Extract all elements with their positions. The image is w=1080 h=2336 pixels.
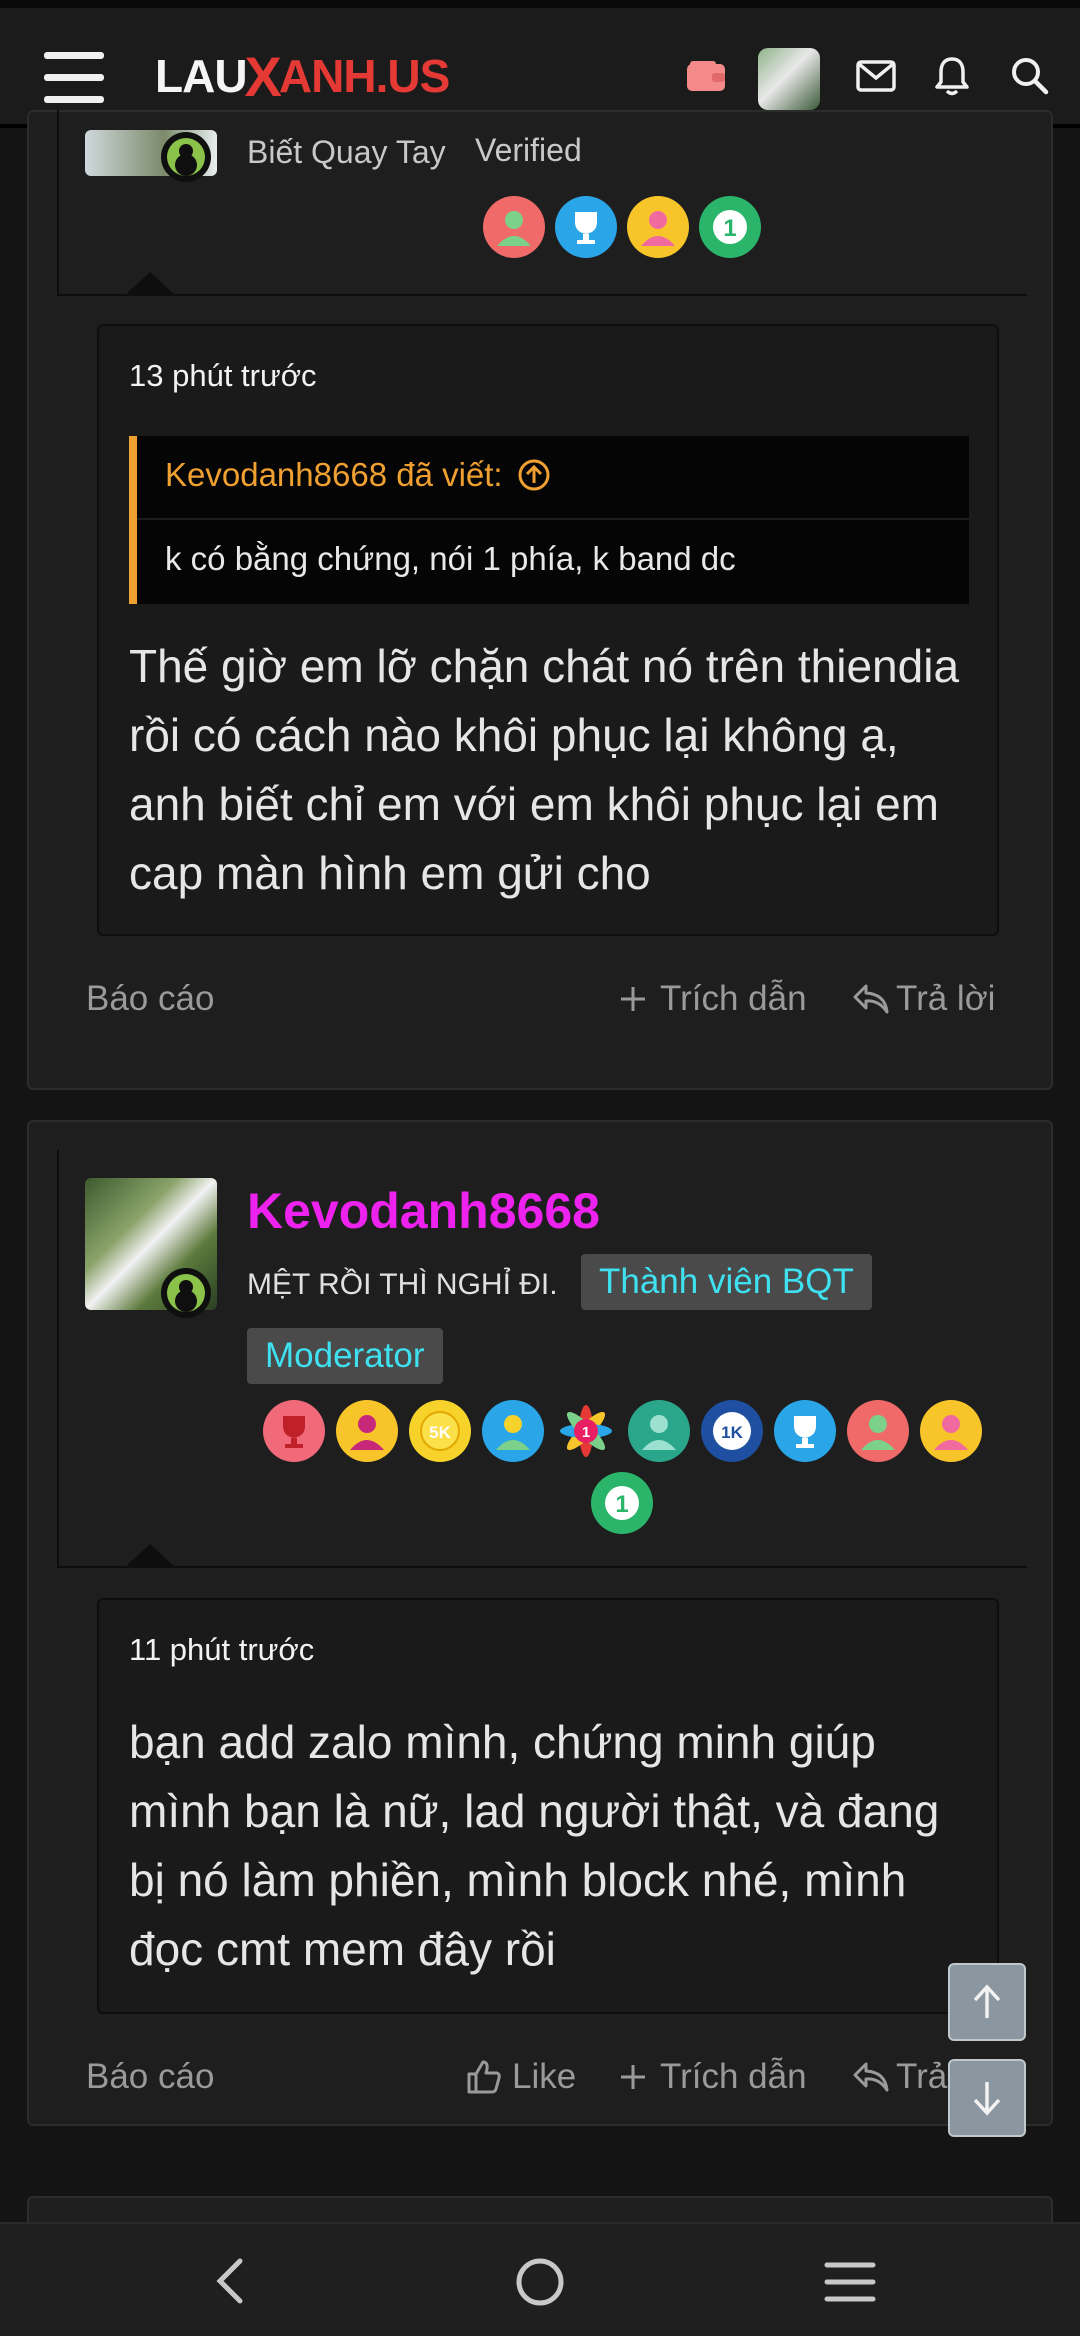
post-1-user-title: Biết Quay Tay	[247, 134, 446, 170]
reply-label: Trả lời	[896, 979, 996, 1018]
trophy-5k-icon[interactable]: 5K	[409, 1400, 471, 1462]
quote-divider	[137, 518, 969, 520]
bell-icon[interactable]	[924, 48, 980, 104]
report-link[interactable]: Báo cáo	[86, 974, 214, 1024]
plus-icon	[621, 2065, 645, 2089]
trophy-5k-label: 5K	[429, 1423, 451, 1442]
post-2-message: 11 phút trước bạn add zalo mình, chứng m…	[97, 1598, 999, 2014]
like-button[interactable]: Like	[466, 2052, 576, 2102]
post-1-verified-label: Verified	[475, 132, 582, 168]
post-1-body: Thế giờ em lỡ chặn chát nó trên thiendia…	[129, 640, 960, 899]
post-2-time[interactable]: 11 phút trước	[129, 1632, 314, 1668]
quote-author-row[interactable]: Kevodanh8668 đã viết:	[165, 456, 551, 494]
quote-button[interactable]: Trích dẫn	[618, 974, 807, 1024]
quote-label: Trích dẫn	[660, 979, 807, 1018]
top-navbar: LAU X ANH.US	[0, 0, 1080, 128]
message-pointer	[124, 272, 176, 296]
reply-icon	[853, 2062, 889, 2092]
post-1-user-block: Biết Quay Tay Verified 1	[57, 110, 1027, 296]
thumbs-up-icon	[467, 2060, 501, 2094]
trophy-flower-icon[interactable]: 1	[555, 1400, 617, 1462]
arrow-down-icon	[973, 2082, 1001, 2116]
trophy-people-gold-icon[interactable]	[920, 1400, 982, 1462]
quote-label: Trích dẫn	[660, 2057, 807, 2096]
trophy-cup-red-icon[interactable]	[263, 1400, 325, 1462]
trophy-first-post-icon[interactable]: 1	[591, 1472, 653, 1534]
trophy-people-icon[interactable]	[483, 196, 545, 258]
back-icon[interactable]	[210, 2256, 250, 2306]
trophy-people-teal-icon[interactable]	[628, 1400, 690, 1462]
post-1-message: 13 phút trước Kevodanh8668 đã viết: k có…	[97, 324, 999, 936]
logo-text-left: LAU	[155, 50, 248, 102]
role-badge-moderator: Moderator	[247, 1328, 443, 1384]
quote-button[interactable]: Trích dẫn	[618, 2052, 807, 2102]
report-link[interactable]: Báo cáo	[86, 2052, 214, 2102]
role-badge-admin: Thành viên BQT	[581, 1254, 872, 1310]
recents-icon[interactable]	[824, 2260, 876, 2304]
post-2-username[interactable]: Kevodanh8668	[247, 1182, 600, 1240]
user-avatar[interactable]	[758, 48, 820, 110]
post-2-user-block: Kevodanh8668 MỆT RỒI THÌ NGHỈ ĐI. Thành …	[57, 1150, 1027, 1568]
search-icon[interactable]	[1002, 48, 1058, 104]
reply-button[interactable]: Trả lời	[852, 974, 995, 1024]
trophy-people-gold-icon[interactable]	[627, 196, 689, 258]
trophy-1k-icon[interactable]: 1K	[701, 1400, 763, 1462]
wallet-icon[interactable]	[678, 48, 734, 104]
site-logo[interactable]: LAU X ANH.US	[155, 44, 450, 108]
post-2-user-title: MỆT RỒI THÌ NGHỈ ĐI.	[247, 1268, 558, 1301]
like-label: Like	[512, 2057, 577, 2096]
jump-up-icon[interactable]	[517, 458, 551, 492]
post-2-body: bạn add zalo mình, chứng minh giúp mình …	[129, 1716, 940, 1975]
trophy-cup-icon[interactable]	[774, 1400, 836, 1462]
trophy-first-post-icon[interactable]: 1	[699, 196, 761, 258]
scroll-top-button[interactable]	[948, 1963, 1026, 2041]
quote-text: k có bằng chứng, nói 1 phía, k band dc	[165, 540, 736, 577]
menu-icon[interactable]	[44, 52, 104, 104]
online-status-icon	[161, 1268, 211, 1318]
home-icon[interactable]	[514, 2256, 566, 2308]
trophy-1k-label: 1K	[721, 1423, 743, 1442]
post-1-time[interactable]: 13 phút trước	[129, 358, 317, 394]
message-pointer	[124, 1544, 176, 1568]
trophy-flower-label: 1	[582, 1424, 590, 1441]
system-navigation-bar	[0, 2222, 1080, 2336]
reply-icon	[853, 984, 889, 1014]
post-1-quote: Kevodanh8668 đã viết: k có bằng chứng, n…	[129, 436, 969, 604]
trophy-people-gold-icon[interactable]	[336, 1400, 398, 1462]
logo-text-mid: X	[244, 44, 282, 108]
quote-author[interactable]: Kevodanh8668 đã viết:	[165, 456, 503, 494]
svg-text:1: 1	[723, 215, 736, 242]
trophy-people-icon[interactable]	[847, 1400, 909, 1462]
trophy-people-blue-icon[interactable]	[482, 1400, 544, 1462]
arrow-up-icon	[973, 1984, 1001, 2018]
scroll-bottom-button[interactable]	[948, 2059, 1026, 2137]
logo-text-right: ANH.US	[278, 50, 450, 102]
trophy-first-post-label: 1	[615, 1491, 628, 1518]
trophy-cup-icon[interactable]	[555, 196, 617, 258]
mail-icon[interactable]	[848, 48, 904, 104]
online-status-icon	[161, 132, 211, 182]
plus-icon	[621, 987, 645, 1011]
